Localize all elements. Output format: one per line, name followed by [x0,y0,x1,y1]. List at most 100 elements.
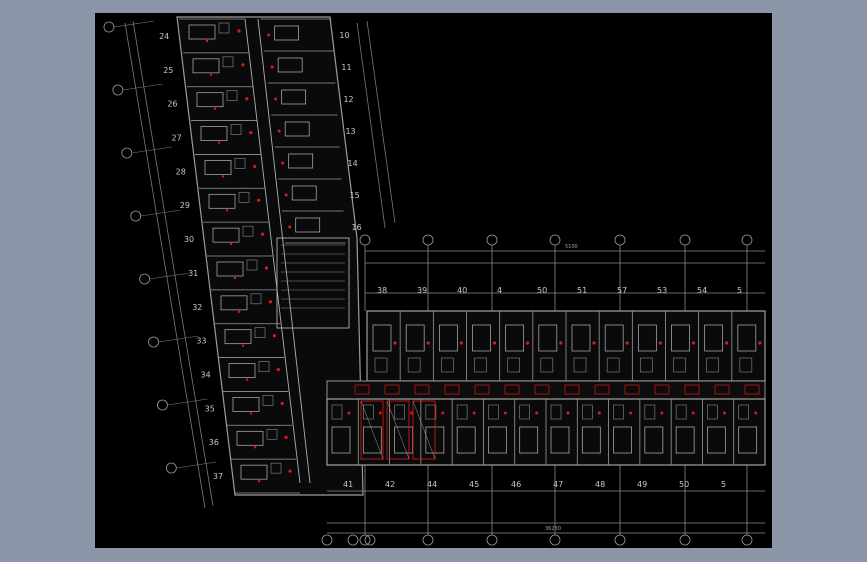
room-number-left: 33 [196,337,206,346]
red-marker [209,73,213,77]
red-marker [535,411,539,415]
wing-b: 5100 36230 38 39 40 4 50 51 57 53 54 5 41 42 44 45 46… [321,234,766,546]
red-marker [691,411,695,415]
grid-bubble [549,234,561,246]
grid-bubble [679,534,691,546]
room-number-left: 34 [201,371,211,380]
red-marker [281,161,285,165]
grid-bubble [422,234,434,246]
room-number-left: 31 [188,269,198,278]
grid-bubble [130,210,142,222]
room-number-left: 36 [209,438,219,447]
red-marker [274,97,278,101]
room-number-bottom: 49 [637,480,647,489]
red-marker [288,469,292,473]
room-number-top: 51 [577,286,587,295]
room-number-bottom: 5 [721,480,726,489]
grid-bubble [614,234,626,246]
grid-bubble [148,336,159,348]
red-marker [253,164,257,169]
red-marker [217,141,221,144]
red-marker [245,97,249,101]
red-marker [503,411,507,415]
grid-bubble [679,234,691,246]
red-marker [559,341,563,345]
red-marker [229,242,233,246]
room-number-top: 38 [377,286,387,295]
grid-bubble [347,534,359,546]
red-marker [426,341,430,345]
red-marker [264,266,269,270]
room-number-left: 25 [163,66,173,75]
red-marker [526,341,530,345]
red-marker [658,341,662,345]
grid-bubble [741,234,753,246]
red-marker [625,341,629,345]
grid-bubble [139,273,151,285]
grid-bubble [422,534,434,546]
grid-bubble [103,21,115,33]
grid-bubble [486,234,498,246]
grid-bubble [157,399,168,411]
bottom-overall-dimension: 36230 [545,526,561,532]
grid-bubble [614,534,626,546]
floor-plan-canvas[interactable]: 24 25 26 27 28 29 30 31 32 33 34 35 36 37 10 11 12 13 14 1… [95,13,772,548]
red-marker [347,411,351,415]
red-marker [257,479,261,483]
room-number-top: 40 [457,286,467,295]
red-marker [393,341,397,345]
red-marker [237,29,241,33]
room-number-left: 28 [176,167,186,176]
room-number-left: 29 [180,201,190,210]
room-number-bottom: 48 [595,480,605,489]
red-marker [725,341,729,345]
room-number-left: 35 [205,404,215,413]
grid-bubble [321,534,333,546]
red-marker [277,129,281,133]
room-number-top: 39 [417,286,427,295]
room-number-left: 26 [167,100,177,109]
grid-leader [131,146,172,154]
red-marker [272,334,276,338]
red-marker [492,341,497,345]
red-marker [241,344,245,347]
red-marker [245,378,249,381]
grid-bubble [121,147,133,159]
red-marker [472,411,476,415]
red-marker [233,276,237,280]
grid-leader [122,83,163,91]
grid-bubble [741,534,753,546]
red-marker [284,193,288,197]
red-marker [441,411,445,415]
red-marker [758,341,762,345]
grid-bubble [165,462,177,474]
red-marker [459,341,463,345]
red-marker [213,107,217,110]
grid-bubble [549,534,561,546]
red-marker [378,411,382,415]
room-number-top: 50 [537,286,547,295]
red-marker [241,63,245,67]
cad-viewport[interactable]: 24 25 26 27 28 29 30 31 32 33 34 35 36 37 10 11 12 13 14 1… [95,13,772,548]
room-number-right: 14 [347,159,357,168]
red-marker [288,225,292,229]
red-marker [284,435,288,439]
room-number-bottom: 47 [553,480,563,489]
wing-b-top-numbers: 38 39 40 4 50 51 57 53 54 5 [377,286,742,295]
grid-leader [149,272,190,280]
red-marker [225,209,229,212]
room-number-left: 37 [213,472,223,481]
red-marker [221,175,225,178]
red-marker [722,411,726,415]
grid-leader [176,461,217,469]
room-number-left: 30 [184,235,194,244]
red-marker [566,411,570,415]
room-number-top: 57 [617,286,627,295]
grid-bubble [486,534,498,546]
red-marker [597,411,601,415]
grid-bubble [359,234,371,246]
room-number-left: 27 [172,134,182,143]
room-number-bottom: 46 [511,480,521,489]
red-marker [629,411,633,415]
room-number-right: 12 [343,95,353,104]
